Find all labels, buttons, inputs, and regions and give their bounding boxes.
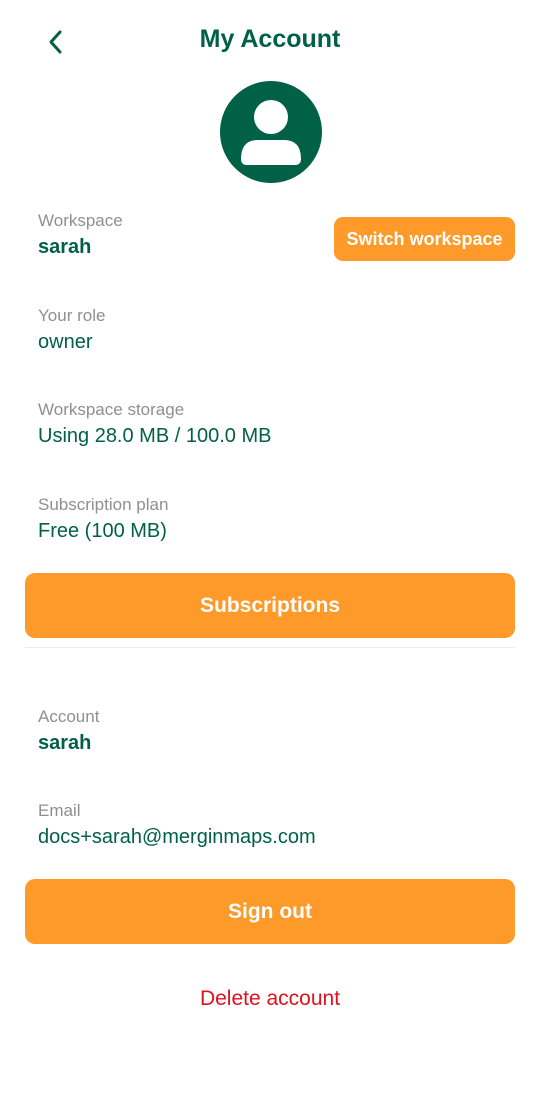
email-label: Email bbox=[38, 801, 81, 820]
role-value: owner bbox=[38, 331, 93, 353]
sign-out-button[interactable]: Sign out bbox=[25, 879, 515, 944]
switch-workspace-button[interactable]: Switch workspace bbox=[334, 217, 515, 261]
storage-label: Workspace storage bbox=[38, 400, 185, 419]
subscriptions-button[interactable]: Subscriptions bbox=[25, 573, 515, 638]
user-icon bbox=[241, 100, 301, 165]
workspace-label: Workspace bbox=[38, 211, 123, 230]
avatar bbox=[220, 81, 322, 183]
storage-field: Workspace storage Using 28.0 MB / 100.0 … bbox=[38, 399, 271, 449]
email-value: docs+sarah@merginmaps.com bbox=[38, 826, 316, 848]
header: My Account bbox=[0, 0, 540, 82]
account-field: Account sarah bbox=[38, 706, 99, 756]
my-account-screen: My Account Workspace sarah Switch worksp… bbox=[0, 0, 540, 1093]
role-label: Your role bbox=[38, 306, 106, 325]
page-title: My Account bbox=[199, 25, 341, 53]
account-label: Account bbox=[38, 707, 100, 726]
subscription-label: Subscription plan bbox=[38, 495, 169, 514]
email-field: Email docs+sarah@merginmaps.com bbox=[38, 800, 316, 850]
divider bbox=[25, 647, 515, 648]
subscription-value: Free (100 MB) bbox=[38, 520, 167, 542]
role-field: Your role owner bbox=[38, 305, 105, 355]
account-value: sarah bbox=[38, 732, 92, 754]
subscription-field: Subscription plan Free (100 MB) bbox=[38, 494, 168, 544]
storage-value: Using 28.0 MB / 100.0 MB bbox=[38, 425, 272, 447]
workspace-field: Workspace sarah bbox=[38, 210, 123, 260]
workspace-value: sarah bbox=[38, 236, 92, 258]
delete-account-link[interactable]: Delete account bbox=[0, 987, 540, 1011]
